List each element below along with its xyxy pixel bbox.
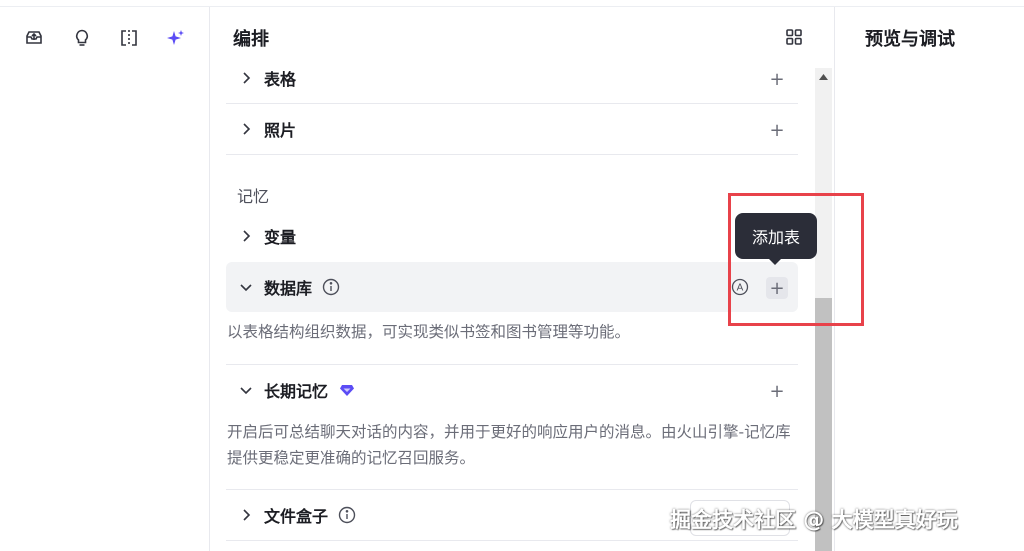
add-table-tooltip: 添加表 [735, 213, 817, 259]
chevron-right-icon [236, 226, 256, 246]
row-label: 文件盒子 [264, 507, 329, 526]
row-table[interactable]: 表格 + [226, 53, 798, 103]
divider [226, 154, 798, 155]
row-label: 照片 [264, 121, 297, 140]
tooltip-arrow [768, 258, 782, 265]
sparkle-icon[interactable] [165, 27, 187, 49]
inbox-upload-icon[interactable] [23, 27, 45, 49]
row-label: 长期记忆 [264, 382, 329, 401]
auto-mode-icon[interactable]: A [730, 277, 750, 297]
preview-title: 预览与调试 [865, 29, 955, 50]
add-table-button[interactable]: + [766, 68, 788, 90]
long-memory-description: 开启后可总结聊天对话的内容，并用于更好的响应用户的消息。由火山引擎-记忆库提供更… [227, 423, 791, 467]
info-icon[interactable] [338, 506, 356, 524]
section-title-memory: 记忆 [237, 187, 270, 206]
svg-text:A: A [737, 283, 744, 294]
row-label: 变量 [264, 228, 297, 247]
preview-panel: 预览与调试 [834, 7, 1024, 551]
chevron-right-icon [236, 119, 256, 139]
scroll-up-arrow-icon[interactable] [815, 68, 832, 85]
row-long-memory[interactable]: 长期记忆 + [226, 365, 798, 415]
grid-layout-icon[interactable] [785, 28, 803, 46]
premium-gem-icon [338, 381, 356, 399]
info-icon[interactable] [322, 278, 340, 296]
chevron-right-icon [236, 68, 256, 88]
panel-title: 编排 [233, 29, 269, 50]
chevron-down-icon [236, 380, 256, 400]
row-variable[interactable]: 变量 [226, 211, 798, 261]
chevron-down-icon [236, 277, 256, 297]
divider [226, 540, 798, 541]
row-label: 表格 [264, 70, 297, 89]
watermark-text: 掘金技术社区 @ 大模型真好玩 [670, 508, 958, 532]
orchestration-panel: 编排 表格 + 照片 + 记忆 变量 数据库 A + 以表格结构组织数据，可实现… [211, 7, 833, 551]
database-description: 以表格结构组织数据，可实现类似书签和图书管理等功能。 [227, 323, 631, 341]
add-long-memory-button[interactable]: + [766, 380, 788, 402]
add-photo-button[interactable]: + [766, 119, 788, 141]
lightbulb-icon[interactable] [71, 27, 93, 49]
row-database[interactable]: 数据库 A + [226, 262, 798, 312]
window-top-border [0, 0, 1024, 7]
panel-scrollbar[interactable] [815, 68, 832, 551]
left-rail [0, 7, 210, 551]
add-database-table-button[interactable]: + [766, 277, 788, 299]
row-label: 数据库 [264, 279, 313, 298]
split-view-icon[interactable] [118, 27, 140, 49]
row-photo[interactable]: 照片 + [226, 104, 798, 154]
chevron-right-icon [236, 505, 256, 525]
